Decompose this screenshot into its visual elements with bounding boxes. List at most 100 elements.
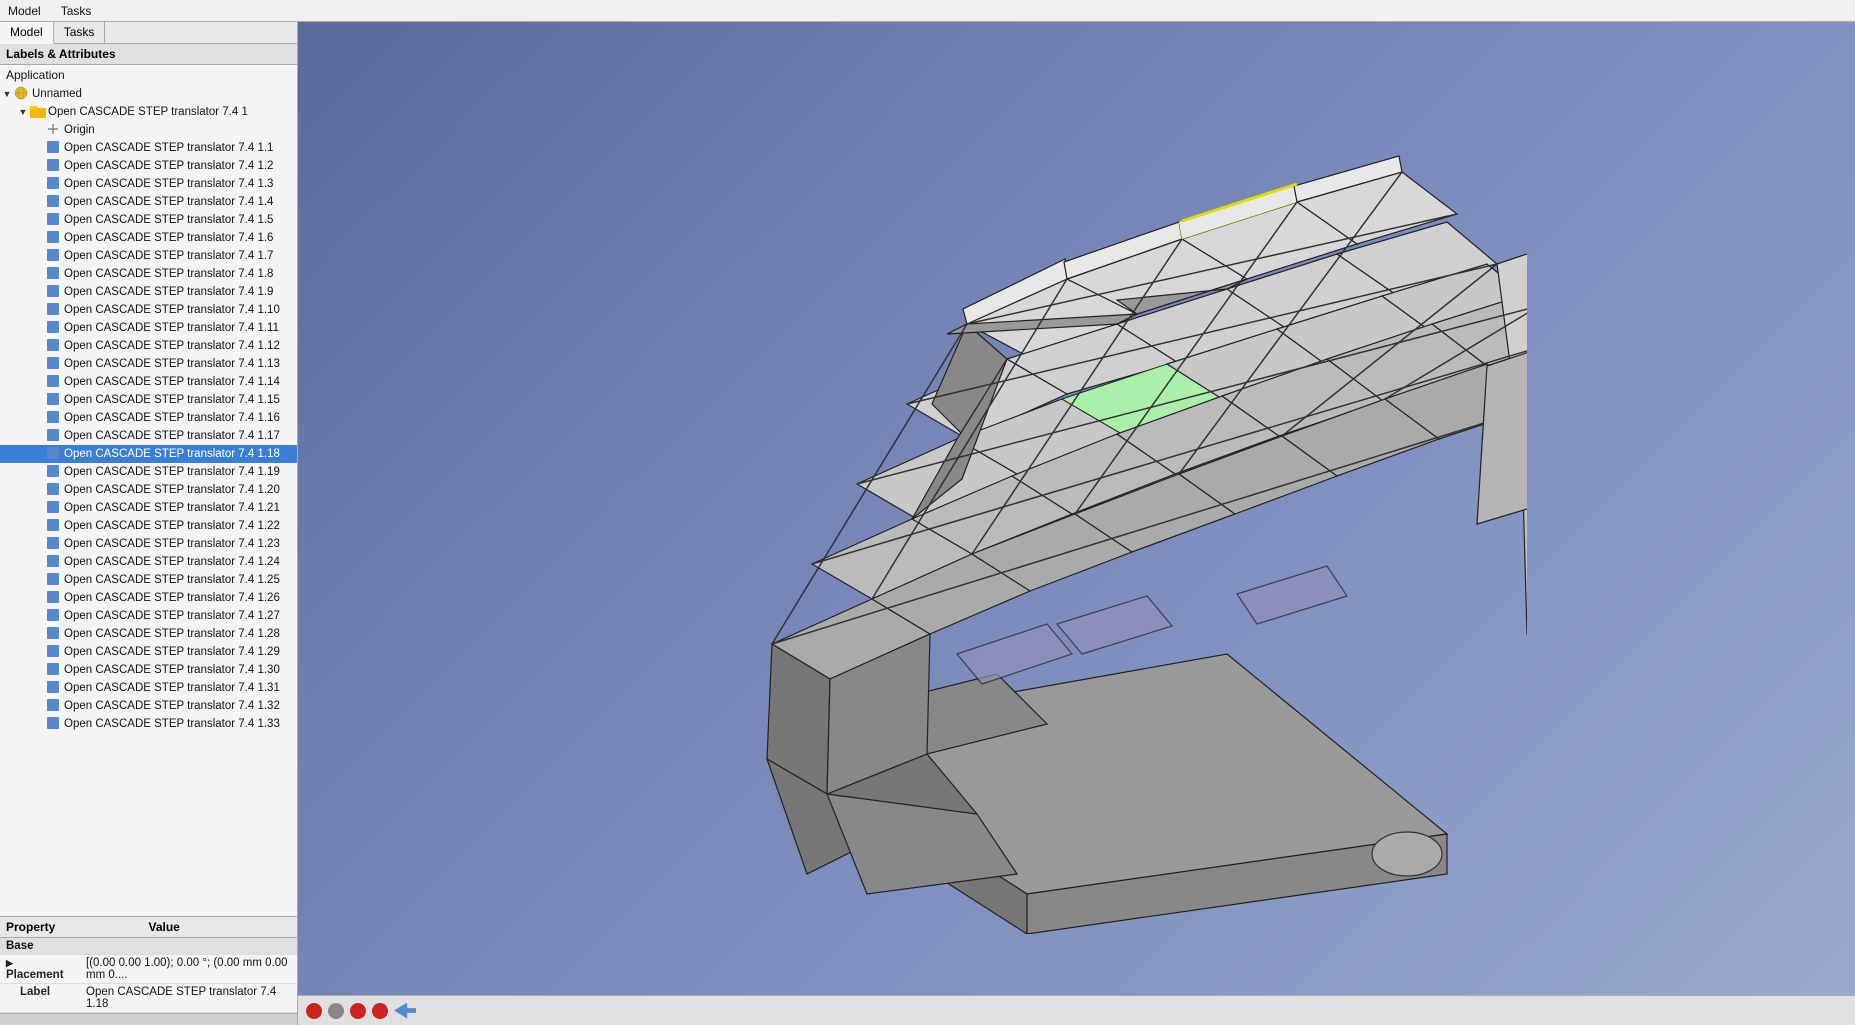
tree-node[interactable]: Open CASCADE STEP translator 7.4 1.9 (0, 283, 297, 301)
tree-node[interactable]: Open CASCADE STEP translator 7.4 1.29 (0, 643, 297, 661)
tree-node-label: Open CASCADE STEP translator 7.4 1.9 (64, 286, 273, 298)
menu-tasks[interactable]: Tasks (57, 2, 96, 20)
tree-node[interactable]: Open CASCADE STEP translator 7.4 1.31 (0, 679, 297, 697)
tree-node-label: Open CASCADE STEP translator 7.4 1.31 (64, 682, 280, 694)
tree-expander[interactable]: ▼ (0, 87, 14, 101)
red-circle-btn-1[interactable] (306, 1003, 322, 1019)
tree-node[interactable]: Open CASCADE STEP translator 7.4 1.17 (0, 427, 297, 445)
tree-node[interactable]: Open CASCADE STEP translator 7.4 1.15 (0, 391, 297, 409)
tree-node-label: Open CASCADE STEP translator 7.4 1.25 (64, 574, 280, 586)
property-col-header: Property (6, 920, 149, 934)
tree-node[interactable]: Open CASCADE STEP translator 7.4 1.18 (0, 445, 297, 463)
tree-node[interactable]: Open CASCADE STEP translator 7.4 1.28 (0, 625, 297, 643)
tree-node[interactable]: Open CASCADE STEP translator 7.4 1.21 (0, 499, 297, 517)
tree-node-label: Open CASCADE STEP translator 7.4 1.22 (64, 520, 280, 532)
labels-attributes-header: Labels & Attributes (0, 44, 297, 65)
tree-node[interactable]: Open CASCADE STEP translator 7.4 1.26 (0, 589, 297, 607)
tab-tasks[interactable]: Tasks (54, 22, 106, 43)
main-layout: Model Tasks Labels & Attributes Applicat… (0, 22, 1855, 1025)
tree-node-label: Open CASCADE STEP translator 7.4 1.5 (64, 214, 273, 226)
tree-node[interactable]: Origin (0, 121, 297, 139)
tree-node[interactable]: Open CASCADE STEP translator 7.4 1.32 (0, 697, 297, 715)
tree-view[interactable]: ▼Unnamed▼Open CASCADE STEP translator 7.… (0, 85, 297, 916)
tree-node-label: Open CASCADE STEP translator 7.4 1.11 (64, 322, 279, 334)
tree-node-label: Open CASCADE STEP translator 7.4 1.27 (64, 610, 280, 622)
tree-node[interactable]: ▼ Unnamed (0, 85, 297, 103)
tree-node[interactable]: Open CASCADE STEP translator 7.4 1.19 (0, 463, 297, 481)
tree-node-label: Open CASCADE STEP translator 7.4 1.21 (64, 502, 280, 514)
tree-node-label: Open CASCADE STEP translator 7.4 1.30 (64, 664, 280, 676)
tab-model[interactable]: Model (0, 22, 54, 44)
tree-node-label: Open CASCADE STEP translator 7.4 1.26 (64, 592, 280, 604)
property-label-key: Label (0, 984, 80, 1013)
tree-node-label: Open CASCADE STEP translator 7.4 1.23 (64, 538, 280, 550)
tree-node[interactable]: Open CASCADE STEP translator 7.4 1.20 (0, 481, 297, 499)
tree-node[interactable]: ▼ Open CASCADE STEP translator 7.4 1 (0, 103, 297, 121)
tree-node[interactable]: Open CASCADE STEP translator 7.4 1.1 (0, 139, 297, 157)
tree-node-label: Open CASCADE STEP translator 7.4 1.29 (64, 646, 280, 658)
tree-node-label: Open CASCADE STEP translator 7.4 1.2 (64, 160, 273, 172)
tree-node-label: Open CASCADE STEP translator 7.4 1.3 (64, 178, 273, 190)
tree-node-label: Open CASCADE STEP translator 7.4 1.16 (64, 412, 280, 424)
tabs-row: Model Tasks (0, 22, 297, 44)
tree-node-label: Open CASCADE STEP translator 7.4 1.20 (64, 484, 280, 496)
property-panel-header: Property Value (0, 917, 297, 938)
tree-node[interactable]: Open CASCADE STEP translator 7.4 1.12 (0, 337, 297, 355)
tree-node[interactable]: Open CASCADE STEP translator 7.4 1.27 (0, 607, 297, 625)
property-label-value: Open CASCADE STEP translator 7.4 1.18 (80, 984, 297, 1013)
tree-node[interactable]: Open CASCADE STEP translator 7.4 1.16 (0, 409, 297, 427)
tree-node-label: Open CASCADE STEP translator 7.4 1.24 (64, 556, 280, 568)
tree-node-label: Unnamed (32, 88, 82, 100)
tree-node[interactable]: Open CASCADE STEP translator 7.4 1.2 (0, 157, 297, 175)
tree-node[interactable]: Open CASCADE STEP translator 7.4 1.3 (0, 175, 297, 193)
property-group-base: Base (0, 938, 297, 955)
property-row-placement: ▶ Placement [(0.00 0.00 1.00); 0.00 °; (… (0, 955, 297, 984)
left-panel: Model Tasks Labels & Attributes Applicat… (0, 22, 298, 1025)
tree-node-label: Open CASCADE STEP translator 7.4 1.6 (64, 232, 273, 244)
tree-node-label: Open CASCADE STEP translator 7.4 1.12 (64, 340, 280, 352)
tree-node[interactable]: Open CASCADE STEP translator 7.4 1.25 (0, 571, 297, 589)
tree-node[interactable]: Open CASCADE STEP translator 7.4 1.8 (0, 265, 297, 283)
tree-node[interactable]: Open CASCADE STEP translator 7.4 1.5 (0, 211, 297, 229)
tree-node[interactable]: Open CASCADE STEP translator 7.4 1.11 (0, 319, 297, 337)
tree-node-label: Open CASCADE STEP translator 7.4 1.8 (64, 268, 273, 280)
menu-bar: Model Tasks (0, 0, 1855, 22)
property-placement-key: ▶ Placement (0, 955, 80, 984)
menu-model[interactable]: Model (4, 2, 45, 20)
tree-node-label: Open CASCADE STEP translator 7.4 1.32 (64, 700, 280, 712)
tree-node-label: Open CASCADE STEP translator 7.4 1.15 (64, 394, 280, 406)
value-col-header: Value (149, 920, 292, 934)
tree-node-label: Open CASCADE STEP translator 7.4 1.33 (64, 718, 280, 730)
tree-node-label: Open CASCADE STEP translator 7.4 1.13 (64, 358, 280, 370)
property-row-label: Label Open CASCADE STEP translator 7.4 1… (0, 984, 297, 1013)
tree-node-label: Open CASCADE STEP translator 7.4 1.17 (64, 430, 280, 442)
tree-node-label: Open CASCADE STEP translator 7.4 1 (48, 106, 248, 118)
tree-node[interactable]: Open CASCADE STEP translator 7.4 1.22 (0, 517, 297, 535)
red-circle-btn-4[interactable] (372, 1003, 388, 1019)
left-panel-scrollbar[interactable] (0, 1013, 297, 1025)
tree-node-label: Open CASCADE STEP translator 7.4 1.28 (64, 628, 280, 640)
tree-node[interactable]: Open CASCADE STEP translator 7.4 1.30 (0, 661, 297, 679)
3d-model-svg (627, 114, 1527, 934)
tree-node[interactable]: Open CASCADE STEP translator 7.4 1.24 (0, 553, 297, 571)
tree-node[interactable]: Open CASCADE STEP translator 7.4 1.7 (0, 247, 297, 265)
tree-node[interactable]: Open CASCADE STEP translator 7.4 1.6 (0, 229, 297, 247)
tree-node-label: Open CASCADE STEP translator 7.4 1.10 (64, 304, 280, 316)
tree-node[interactable]: Open CASCADE STEP translator 7.4 1.4 (0, 193, 297, 211)
property-panel: Property Value Base ▶ Placement [(0.00 0… (0, 916, 297, 1013)
3d-viewport[interactable] (298, 22, 1855, 1025)
tree-node[interactable]: Open CASCADE STEP translator 7.4 1.10 (0, 301, 297, 319)
arrow-btn[interactable] (394, 1003, 416, 1019)
tree-node[interactable]: Open CASCADE STEP translator 7.4 1.13 (0, 355, 297, 373)
tree-node[interactable]: Open CASCADE STEP translator 7.4 1.23 (0, 535, 297, 553)
red-circle-btn-3[interactable] (350, 1003, 366, 1019)
tree-node[interactable]: Open CASCADE STEP translator 7.4 1.14 (0, 373, 297, 391)
tree-node[interactable]: Open CASCADE STEP translator 7.4 1.33 (0, 715, 297, 733)
property-table: Base ▶ Placement [(0.00 0.00 1.00); 0.00… (0, 938, 297, 1013)
tree-expander[interactable]: ▼ (16, 105, 30, 119)
application-label: Application (0, 65, 297, 85)
tree-node-label: Open CASCADE STEP translator 7.4 1.4 (64, 196, 273, 208)
circle-btn-2[interactable] (328, 1003, 344, 1019)
tree-node-label: Open CASCADE STEP translator 7.4 1.18 (64, 448, 280, 460)
placement-expander[interactable]: ▶ (6, 958, 13, 968)
